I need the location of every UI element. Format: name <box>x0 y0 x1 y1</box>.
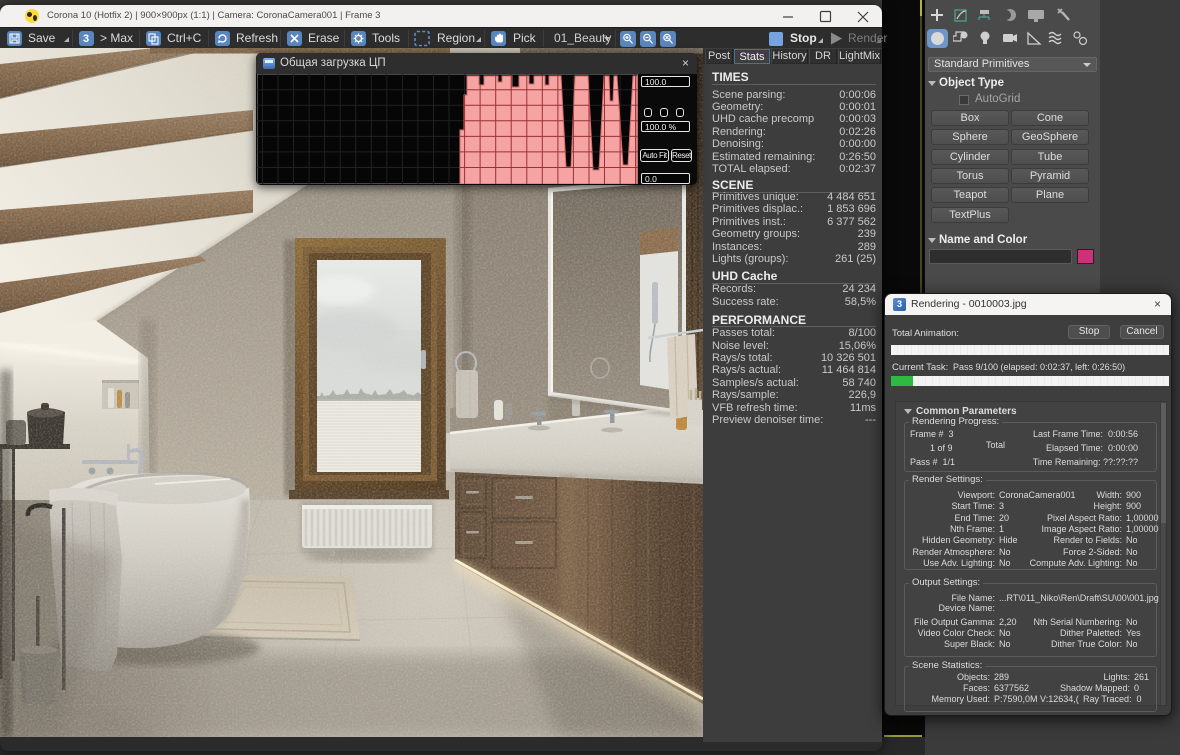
svg-text:3: 3 <box>83 33 89 45</box>
